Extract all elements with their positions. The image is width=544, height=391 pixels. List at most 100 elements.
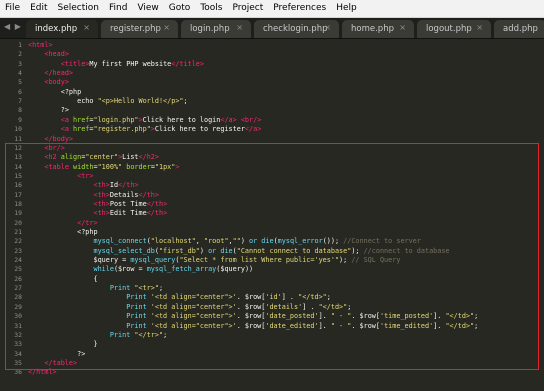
code-line[interactable]: <a href="register.php">Click here to reg… <box>28 125 262 134</box>
code-line[interactable]: </body> <box>28 135 73 144</box>
menu-project[interactable]: Project <box>227 0 268 17</box>
code-line[interactable]: </html> <box>28 368 57 377</box>
code-line[interactable]: Print "<tr>"; <box>28 284 163 293</box>
code-line[interactable]: } <box>28 340 97 349</box>
code-token: 'time_edited' <box>379 321 434 330</box>
code-editor[interactable]: <html> <head> <title>My first PHP websit… <box>28 39 544 391</box>
menu-help[interactable]: Help <box>331 0 362 17</box>
code-token: ] . <box>302 302 319 311</box>
code-token: Details <box>109 190 139 199</box>
code-line[interactable]: Print '<td align="center">'. $row['date_… <box>28 312 478 321</box>
line-number: 3 <box>18 59 22 68</box>
code-token: ?> <box>28 106 69 115</box>
code-line[interactable]: <title>My first PHP website</title> <box>28 60 204 69</box>
code-line[interactable]: $query = mysql_query("Select * from list… <box>28 256 400 265</box>
code-line[interactable]: <body> <box>28 78 69 87</box>
code-line[interactable]: echo "<p>Hello World!</p>"; <box>28 97 188 106</box>
code-line[interactable]: { <box>28 275 97 284</box>
code-token: "</tr>" <box>134 330 164 339</box>
tab-label: login.php <box>190 24 230 34</box>
code-line[interactable]: mysql_connect("localhost", "root","") or… <box>28 237 420 246</box>
menu-preferences[interactable]: Preferences <box>268 0 331 17</box>
code-line[interactable]: while($row = mysql_fetch_array($query)) <box>28 265 253 274</box>
code-line[interactable]: ?> <box>28 350 85 359</box>
tab-close-icon[interactable]: × <box>399 23 406 32</box>
tab-home-php[interactable]: home.php × <box>342 20 414 38</box>
menu-view[interactable]: View <box>132 0 163 17</box>
line-number: 6 <box>18 87 22 96</box>
menu-find[interactable]: Find <box>104 0 132 17</box>
code-line[interactable]: <th>Post Time</th> <box>28 200 167 209</box>
code-line[interactable]: Print '<td align="center">'. $row['date_… <box>28 322 478 331</box>
code-line[interactable]: mysql_select_db("first_db") or die("Cann… <box>28 247 449 256</box>
code-token: echo <box>28 97 98 106</box>
code-line[interactable]: <?php <box>28 88 81 97</box>
code-token: "Select * from list Where public='yes'" <box>179 256 340 265</box>
line-number: 7 <box>18 97 22 106</box>
tab-add-php[interactable]: add.php <box>494 20 544 38</box>
line-number: 12 <box>14 143 22 152</box>
code-line[interactable]: <th>Details</th> <box>28 191 159 200</box>
code-token: <tr> <box>77 171 94 180</box>
code-line[interactable]: Print '<td align="center">'. $row['id'] … <box>28 293 331 302</box>
code-token: ?> <box>28 349 86 358</box>
code-token: "center" <box>85 153 119 162</box>
menu-edit[interactable]: Edit <box>25 0 52 17</box>
code-token: </h2> <box>138 153 159 162</box>
tab-login-php[interactable]: login.php × <box>181 20 251 38</box>
code-line[interactable]: </table> <box>28 359 77 368</box>
tab-register-php[interactable]: register.php × <box>101 20 178 38</box>
code-token: <h2 <box>44 153 57 162</box>
code-token: 'time_posted' <box>379 312 434 321</box>
code-token: $query <box>220 265 245 274</box>
editor-window: File Edit Selection Find View Goto Tools Projec… <box>0 0 544 391</box>
line-number: 31 <box>14 321 22 330</box>
tab-index-php[interactable]: index.php × <box>26 20 98 38</box>
tab-close-icon[interactable]: × <box>236 23 243 32</box>
menu-tools[interactable]: Tools <box>195 0 227 17</box>
code-line[interactable]: Print "</tr>"; <box>28 331 167 340</box>
code-token: <?php <box>28 228 98 236</box>
code-line[interactable]: <th>Id</th> <box>28 181 138 190</box>
code-token: <th> <box>93 181 110 190</box>
tab-logout-php[interactable]: logout.php × <box>417 20 491 38</box>
code-line[interactable]: <tr> <box>28 172 93 181</box>
code-line[interactable]: <table width="100%" border="1px"> <box>28 163 179 172</box>
code-token: ] . <box>281 293 299 302</box>
code-line[interactable]: <a href="login.php">Click here to login<… <box>28 115 262 125</box>
code-line[interactable]: Print '<td align="center">'. $row['detai… <box>28 303 351 312</box>
code-token: </a> <box>244 125 262 134</box>
line-number: 22 <box>14 237 22 246</box>
code-line[interactable]: <head> <box>28 50 69 59</box>
line-number: 14 <box>14 162 22 171</box>
code-line[interactable]: </head> <box>28 69 73 78</box>
menu-goto[interactable]: Goto <box>164 0 196 17</box>
code-line[interactable]: <th>Edit Time</th> <box>28 209 167 218</box>
code-token: <th> <box>93 209 110 218</box>
code-token: width <box>73 162 94 171</box>
code-token: Print <box>126 321 147 330</box>
tab-checklogin-php[interactable]: checklogin.php × <box>254 20 339 38</box>
code-token: ; <box>474 312 479 321</box>
code-line[interactable]: <?php <box>28 228 98 237</box>
tab-navigation-arrows-icon[interactable]: ◀ ▶ <box>4 22 22 31</box>
menu-selection[interactable]: Selection <box>53 0 104 17</box>
code-token: <a <box>60 115 69 124</box>
code-line[interactable]: <br/> <box>28 144 64 153</box>
tab-close-icon[interactable]: × <box>163 23 170 32</box>
code-line[interactable]: </tr> <box>28 219 97 228</box>
code-token: "root" <box>203 237 229 246</box>
tab-close-icon[interactable]: × <box>83 23 90 32</box>
tab-close-icon[interactable]: × <box>476 23 483 32</box>
tab-close-icon[interactable]: × <box>324 23 331 32</box>
code-line[interactable]: ?> <box>28 106 69 115</box>
menu-file[interactable]: File <box>0 0 25 17</box>
code-line[interactable]: <h2 align="center">List</h2> <box>28 153 159 162</box>
code-line[interactable]: <html> <box>28 41 53 50</box>
